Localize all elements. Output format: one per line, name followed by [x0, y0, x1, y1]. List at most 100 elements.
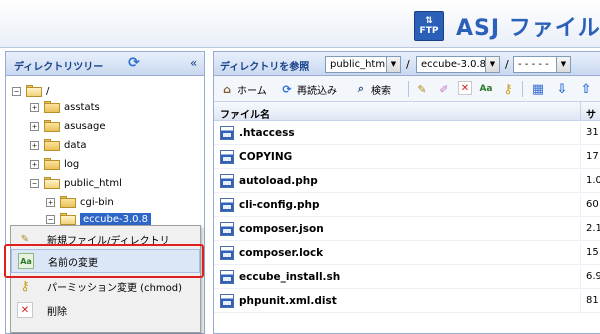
upload-icon[interactable]: ⇧ — [578, 81, 594, 97]
key-icon[interactable]: ⚷ — [500, 81, 516, 97]
tree-node-data[interactable]: + data — [30, 136, 87, 154]
file-size: 1.0 — [586, 175, 600, 186]
tree-node-cgi-bin[interactable]: + cgi-bin — [46, 193, 114, 211]
toolbar-separator — [522, 81, 523, 97]
tree-node-label[interactable]: / — [46, 86, 49, 97]
collapse-toggle-icon[interactable]: − — [46, 214, 55, 224]
ftp-logo-icon: ⇅ FTP — [414, 11, 444, 41]
file-row[interactable]: autoload.php 1.0 — [214, 170, 600, 193]
tree-panel-title: ディレクトリツリー — [14, 62, 104, 73]
rename-highlight-frame — [4, 244, 204, 278]
menu-item-delete[interactable]: ✕ 削除 — [11, 298, 200, 322]
file-name[interactable]: eccube_install.sh — [239, 271, 340, 283]
tree-node-public-html[interactable]: − public_html — [30, 174, 122, 192]
refresh-icon[interactable]: ⟳ — [126, 55, 142, 71]
column-header-name[interactable]: ファイル名 — [220, 106, 270, 121]
file-name[interactable]: cli-config.php — [239, 199, 320, 211]
file-icon — [220, 174, 234, 188]
tree-node-asstats[interactable]: + asstats — [30, 98, 100, 116]
collapse-toggle-icon[interactable]: − — [12, 86, 21, 96]
file-row[interactable]: cli-config.php 60 — [214, 194, 600, 217]
column-header-size[interactable]: サ — [586, 106, 596, 121]
expand-toggle-icon[interactable]: + — [46, 197, 55, 207]
rename-icon[interactable]: Aa — [478, 81, 494, 97]
folder-open-icon — [44, 177, 60, 189]
path-select-level-2[interactable]: eccube-3.0.8 ▼ — [416, 56, 500, 73]
file-name[interactable]: phpunit.xml.dist — [239, 295, 337, 307]
menu-item-label: パーミッション変更 (chmod) — [47, 282, 183, 294]
expand-toggle-icon[interactable]: + — [30, 121, 39, 131]
file-name[interactable]: composer.lock — [239, 247, 323, 259]
file-size: 17 — [586, 151, 599, 162]
column-divider — [580, 290, 581, 313]
path-select-level-1[interactable]: public_html ▼ — [325, 56, 401, 73]
tree-node-label[interactable]: asusage — [64, 121, 106, 132]
file-name[interactable]: COPYING — [239, 151, 292, 163]
path-bar: ディレクトリを参照 public_html ▼ / eccube-3.0.8 ▼… — [214, 52, 600, 76]
tree-node-label[interactable]: public_html — [64, 178, 122, 189]
file-list-header: ファイル名 サ — [214, 102, 600, 121]
path-select-value: public_html — [330, 59, 386, 70]
file-icon — [220, 150, 234, 164]
path-select-level-3[interactable]: - - - - - ▼ — [513, 56, 571, 73]
file-row[interactable]: composer.json 2.1 — [214, 218, 600, 241]
column-divider[interactable] — [580, 102, 581, 121]
file-row[interactable]: COPYING 17 — [214, 146, 600, 169]
collapse-panel-icon[interactable]: « — [190, 56, 197, 70]
search-button-label: 検索 — [371, 85, 391, 97]
new-file-icon[interactable]: ✎ — [414, 81, 430, 97]
file-size: 60 — [586, 199, 599, 210]
tree-node-label[interactable]: asstats — [64, 102, 100, 113]
expand-toggle-icon[interactable]: + — [30, 159, 39, 169]
file-row[interactable]: phpunit.xml.dist 81 — [214, 290, 600, 313]
path-separator: / — [505, 58, 509, 71]
home-button[interactable]: ⌂ ホーム — [220, 81, 267, 97]
file-row[interactable]: eccube_install.sh 6.9 — [214, 266, 600, 289]
file-icon — [220, 222, 234, 236]
file-row[interactable]: .htaccess 31 — [214, 122, 600, 145]
logo-badge-text: FTP — [419, 25, 439, 36]
reload-button[interactable]: ⟳ 再読込み — [280, 81, 337, 97]
tree-node-label[interactable]: log — [64, 159, 79, 170]
tree-node-label-selected[interactable]: eccube-3.0.8 — [80, 212, 152, 226]
tree-node-label[interactable]: data — [64, 140, 87, 151]
collapse-toggle-icon[interactable]: − — [30, 178, 39, 188]
folder-icon — [44, 120, 60, 132]
tree-node-label[interactable]: cgi-bin — [80, 197, 114, 208]
edit-icon[interactable]: ✐ — [436, 81, 452, 97]
delete-icon[interactable]: ✕ — [458, 81, 472, 95]
folder-open-icon — [60, 213, 76, 225]
path-bar-title: ディレクトリを参照 — [220, 62, 310, 73]
file-size: 15 — [586, 247, 599, 258]
expand-toggle-icon[interactable]: + — [30, 102, 39, 112]
file-toolbar: ⌂ ホーム ⟳ 再読込み ⌕ 検索 ✎ ✐ ✕ Aa ⚷ ▦ ⇩ ⇧ — [214, 76, 600, 102]
search-button[interactable]: ⌕ 検索 — [354, 81, 391, 97]
file-name[interactable]: composer.json — [239, 223, 324, 235]
reload-icon: ⟳ — [282, 82, 292, 96]
app-logo: ⇅ FTP ASJ ファイル — [414, 10, 600, 42]
file-name[interactable]: autoload.php — [239, 175, 318, 187]
menu-item-label: 削除 — [47, 306, 67, 318]
chevron-down-icon: ▼ — [485, 57, 499, 72]
download-icon[interactable]: ⇩ — [554, 81, 570, 97]
app-title: ASJ ファイル — [456, 16, 600, 41]
delete-icon: ✕ — [17, 302, 33, 318]
home-icon: ⌂ — [223, 82, 231, 96]
tree-node-asusage[interactable]: + asusage — [30, 117, 106, 135]
file-icon — [220, 246, 234, 260]
file-row[interactable]: composer.lock 15 — [214, 242, 600, 265]
path-select-value: eccube-3.0.8 — [421, 59, 485, 70]
folder-icon — [44, 158, 60, 170]
file-name[interactable]: .htaccess — [239, 127, 295, 139]
chevron-down-icon: ▼ — [386, 57, 400, 72]
file-icon — [220, 198, 234, 212]
column-divider — [580, 194, 581, 217]
tree-node-log[interactable]: + log — [30, 155, 79, 173]
file-icon — [220, 126, 234, 140]
path-separator: / — [406, 58, 410, 71]
column-divider — [580, 218, 581, 241]
grid-view-icon[interactable]: ▦ — [530, 81, 546, 97]
file-icon — [220, 294, 234, 308]
file-icon — [220, 270, 234, 284]
expand-toggle-icon[interactable]: + — [30, 140, 39, 150]
